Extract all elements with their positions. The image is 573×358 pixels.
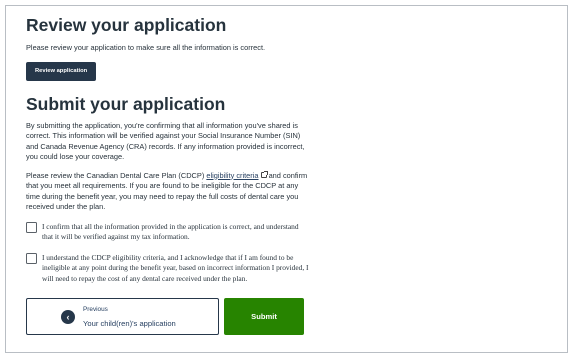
acknowledge-criteria-checkbox-row[interactable]: I understand the CDCP eligibility criter… bbox=[26, 253, 311, 285]
confirm-info-checkbox-row[interactable]: I confirm that all the information provi… bbox=[26, 222, 311, 243]
review-description: Please review your application to make s… bbox=[26, 43, 266, 52]
chevron-left-icon: ‹ bbox=[61, 309, 75, 324]
review-heading: Review your application bbox=[26, 15, 227, 35]
criteria-text-before: Please review the Canadian Dental Care P… bbox=[26, 170, 207, 180]
page-frame: Review your application Please review yo… bbox=[5, 5, 568, 353]
consent-paragraph: By submitting the application, you're co… bbox=[26, 120, 305, 162]
form-navigation: ‹ Previous Your child(ren)'s application… bbox=[26, 298, 546, 335]
eligibility-criteria-link[interactable]: eligibility criteria bbox=[206, 171, 258, 180]
main-content: Review your application Please review yo… bbox=[26, 14, 546, 335]
acknowledge-criteria-label: I understand the CDCP eligibility criter… bbox=[42, 252, 309, 283]
acknowledge-criteria-checkbox[interactable] bbox=[26, 253, 37, 264]
previous-title: Your child(ren)'s application bbox=[83, 318, 176, 328]
review-application-button[interactable]: Review application bbox=[26, 61, 97, 81]
confirm-info-checkbox[interactable] bbox=[26, 222, 37, 233]
submit-button[interactable]: Submit bbox=[224, 298, 304, 335]
confirm-info-label: I confirm that all the information provi… bbox=[42, 221, 299, 242]
submit-heading: Submit your application bbox=[26, 93, 226, 114]
criteria-paragraph: Please review the Canadian Dental Care P… bbox=[26, 171, 311, 213]
previous-kicker: Previous bbox=[83, 305, 108, 313]
previous-button[interactable]: ‹ Previous Your child(ren)'s application bbox=[26, 298, 219, 335]
previous-button-text: Previous Your child(ren)'s application bbox=[83, 305, 176, 329]
external-link-icon bbox=[260, 171, 268, 178]
